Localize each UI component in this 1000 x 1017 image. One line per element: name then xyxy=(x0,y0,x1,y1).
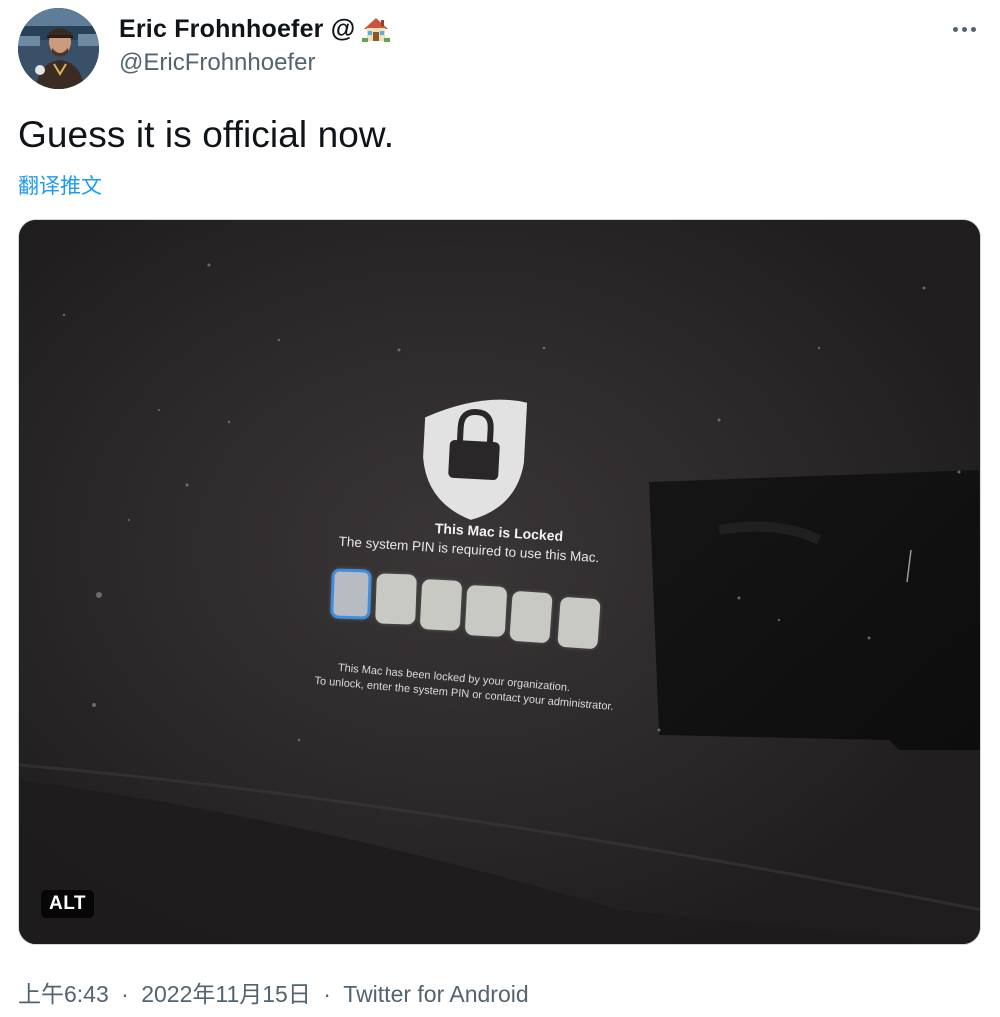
meta-separator: · xyxy=(121,981,129,1007)
pin-digit-box[interactable] xyxy=(330,568,372,620)
avatar-image xyxy=(18,8,99,89)
pin-digit-box[interactable] xyxy=(464,584,508,638)
author-handle[interactable]: @EricFrohnhoefer xyxy=(119,49,315,77)
pin-digit-box[interactable] xyxy=(509,590,553,644)
alt-text-badge[interactable]: ALT xyxy=(41,890,95,918)
more-dot-icon xyxy=(970,26,976,32)
tweet-text: Guess it is official now. xyxy=(18,114,395,155)
house-emoji-icon xyxy=(361,14,391,44)
avatar[interactable] xyxy=(18,8,99,89)
photo-background xyxy=(19,220,980,944)
author-name[interactable]: Eric Frohnhoefer @ xyxy=(119,14,391,44)
meta-separator: · xyxy=(323,981,331,1007)
pin-digit-box[interactable] xyxy=(375,573,417,625)
more-dot-icon xyxy=(952,26,958,32)
more-dot-icon xyxy=(961,26,967,32)
tweet-source[interactable]: Twitter for Android xyxy=(343,981,528,1007)
more-options-button[interactable] xyxy=(946,14,982,44)
tweet-metadata: 上午6:43 · 2022年11月15日 · Twitter for Andro… xyxy=(18,975,529,1009)
tweet-date[interactable]: 2022年11月15日 xyxy=(141,981,311,1007)
translate-tweet-link[interactable]: 翻译推文 xyxy=(18,170,102,200)
author-name-text: Eric Frohnhoefer @ xyxy=(119,14,356,43)
tweet: Eric Frohnhoefer @ @EricFrohnhoefer Gues… xyxy=(0,0,1000,1017)
pin-digit-box[interactable] xyxy=(419,578,463,632)
tweet-photo[interactable]: This Mac is Locked The system PIN is req… xyxy=(18,219,981,945)
pin-digit-box[interactable] xyxy=(557,596,601,650)
tweet-time[interactable]: 上午6:43 xyxy=(18,981,109,1007)
